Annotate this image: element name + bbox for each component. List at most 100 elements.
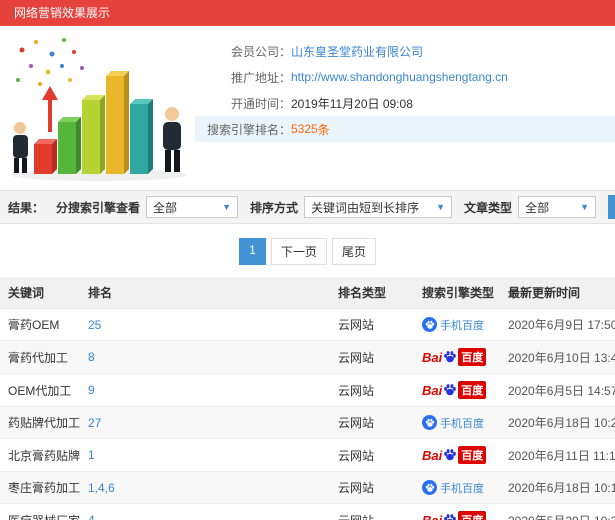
table-row: OEM代加工 9 云网站 手机百度 Bai 百度 2020年6月5日 14:57 [0,373,615,407]
baidu-logo: Bai 百度 [422,511,487,520]
keyword-cell: 膏药代加工 [0,340,80,374]
rank-count-suffix: 条 [317,122,330,137]
rank-cell: 25 [80,308,330,341]
submit-button[interactable]: 提交 [608,195,615,219]
baidu-paw-icon [444,514,457,520]
table-row: 膏药代加工 8 云网站 手机百度 Bai 百度 2020年6月10日 13:40 [0,340,615,374]
mobile-baidu-paw-icon [422,317,437,332]
result-label: 结果： [8,200,45,215]
engine-cell: 手机百度 Bai 百度 [414,503,500,520]
baidu-bai-text: Bai [422,349,443,365]
table-row: 药贴牌代加工 27 云网站 手机百度 Bai 百度 2020年6月18日 10:… [0,406,615,439]
info-row-rank-count: 搜索引擎排名： 5325 条 [195,116,615,142]
engine-cell: 手机百度 Bai 百度 [414,406,500,439]
keyword-cell: 药贴牌代加工 [0,406,80,439]
engine-cell: 手机百度 Bai 百度 [414,471,500,504]
baidu-paw-icon [444,384,457,396]
mobile-baidu-logo: 手机百度 [422,317,484,333]
info-row-company: 会员公司： 山东皇圣堂药业有限公司 [195,38,615,64]
mobile-baidu-label: 手机百度 [440,319,484,332]
keyword-cell: 膏药OEM [0,308,80,341]
baidu-logo: Bai 百度 [422,446,487,464]
update-time-cell: 2020年6月5日 14:57 [500,373,615,407]
keyword-cell: OEM代加工 [0,373,80,407]
page-button-next[interactable]: 下一页 [270,238,327,265]
update-time-cell: 2020年6月10日 13:40 [500,340,615,374]
col-header-rank: 排名 [80,277,330,309]
table-row: 医疗器械厂家 4 云网站 手机百度 Bai 百度 2020年5月29日 10:3… [0,503,615,520]
keyword-table-body: 膏药OEM 25 云网站 手机百度 Bai 百度 2020年6月9日 17:50… [0,308,615,520]
col-header-rank-type: 排名类型 [330,277,414,309]
company-link[interactable]: 山东皇圣堂药业有限公司 [291,43,423,60]
rank-cell: 9 [80,373,330,407]
pagination: 1 下一页 尾页 [0,224,615,277]
article-type-value: 全部 [525,200,550,215]
mobile-baidu-label: 手机百度 [440,417,484,430]
update-time-cell: 2020年6月9日 17:50 [500,308,615,341]
mobile-baidu-label: 手机百度 [440,482,484,495]
rank-cell: 27 [80,406,330,439]
rank-cell: 4 [80,503,330,520]
promo-url-label: 推广地址： [230,70,291,85]
baidu-bai-text: Bai [422,512,443,520]
open-time-label: 开通时间： [230,96,291,111]
page: 网络营销效果展示 会员公司： 山东皇圣堂药业有限公司 推广地址： http://… [0,0,615,520]
chevron-down-icon: ▼ [222,202,232,212]
sort-select[interactable]: 关键词由短到长排序 ▼ [304,196,453,218]
info-row-open-time: 开通时间： 2019年11月20日 09:08 [195,90,615,116]
page-title: 网络营销效果展示 [14,6,111,20]
rank-type-cell: 云网站 [330,373,414,407]
member-info: 会员公司： 山东皇圣堂药业有限公司 推广地址： http://www.shand… [195,26,615,190]
keyword-cell: 北京膏药贴牌 [0,438,80,472]
rank-link[interactable]: 4 [88,513,95,520]
article-type-label: 文章类型 [464,200,513,215]
company-label: 会员公司： [230,44,291,59]
rank-cell: 8 [80,340,330,374]
promo-url-link[interactable]: http://www.shandonghuangshengtang.cn [291,70,508,84]
table-header-row: 关键词 排名 排名类型 搜索引擎类型 最新更新时间 [0,277,615,309]
update-time-cell: 2020年6月18日 10:25 [500,406,615,439]
rank-type-cell: 云网站 [330,471,414,504]
table-row: 膏药OEM 25 云网站 手机百度 Bai 百度 2020年6月9日 17:50 [0,308,615,341]
baidu-du-text: 百度 [458,511,487,520]
rank-link[interactable]: 27 [88,416,101,430]
rank-link[interactable]: 8 [88,350,95,364]
baidu-paw-icon [444,351,457,363]
open-time-value: 2019年11月20日 09:08 [291,96,413,111]
chevron-down-icon: ▼ [580,202,590,212]
article-type-select[interactable]: 全部 ▼ [518,196,597,218]
engine-filter-value: 全部 [153,200,178,215]
sort-label: 排序方式 [250,200,299,215]
keyword-cell: 枣庄膏药加工 [0,471,80,504]
baidu-logo: Bai 百度 [422,348,487,366]
rank-link[interactable]: 25 [88,318,101,332]
rank-link[interactable]: 1 [88,448,95,462]
rank-count-label: 搜索引擎排名： [206,122,291,137]
page-button-last[interactable]: 尾页 [331,238,376,265]
rank-link[interactable]: 9 [88,383,95,397]
info-row-url: 推广地址： http://www.shandonghuangshengtang.… [195,64,615,90]
page-button-current[interactable]: 1 [239,238,266,265]
page-title-bar: 网络营销效果展示 [0,0,615,26]
engine-cell: 手机百度 Bai 百度 [414,438,500,472]
mobile-baidu-logo: 手机百度 [422,480,484,496]
col-header-keyword: 关键词 [0,277,80,309]
baidu-logo: Bai 百度 [422,381,487,399]
mobile-baidu-paw-icon [422,415,437,430]
mobile-baidu-paw-icon [422,480,437,495]
col-header-update-time: 最新更新时间 [500,277,615,309]
rank-link[interactable]: 1,4,6 [88,481,115,495]
mobile-baidu-logo: 手机百度 [422,415,484,431]
rank-type-cell: 云网站 [330,503,414,520]
baidu-bai-text: Bai [422,382,443,398]
sort-value: 关键词由短到长排序 [311,200,420,215]
keyword-table: 关键词 排名 排名类型 搜索引擎类型 最新更新时间 膏药OEM 25 云网站 手… [0,277,615,520]
engine-filter-select[interactable]: 全部 ▼ [146,196,239,218]
table-row: 枣庄膏药加工 1,4,6 云网站 手机百度 Bai 百度 2020年6月18日 … [0,471,615,504]
filter-controls: 分搜索引擎查看 全部 ▼ 排序方式 关键词由短到长排序 ▼ 文章类型 全部 ▼ … [44,195,615,219]
engine-cell: 手机百度 Bai 百度 [414,340,500,374]
engine-cell: 手机百度 Bai 百度 [414,373,500,407]
rank-type-cell: 云网站 [330,438,414,472]
baidu-du-text: 百度 [458,446,487,464]
rank-type-cell: 云网站 [330,308,414,341]
